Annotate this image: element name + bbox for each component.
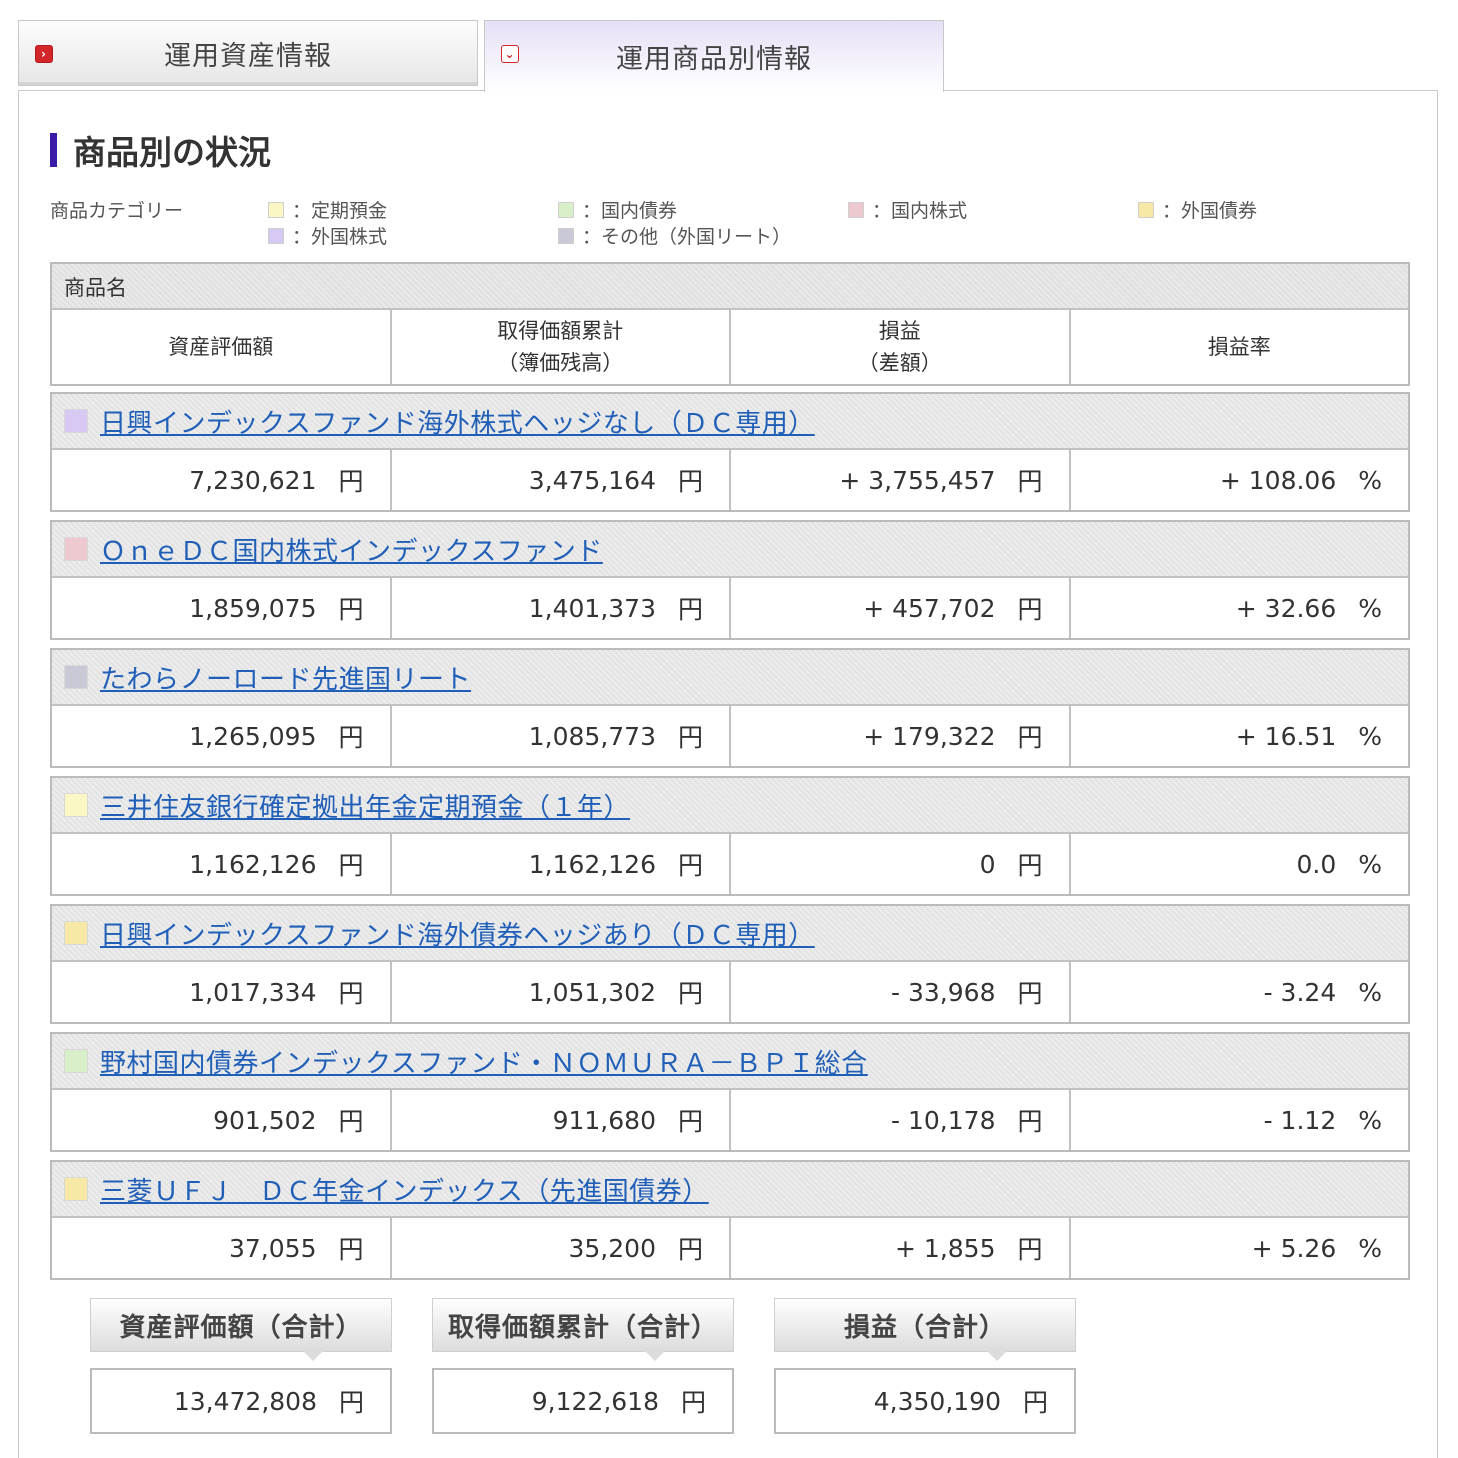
- category-swatch: [64, 921, 88, 945]
- acquisition-cost-cell: 1,051,302 円: [392, 962, 731, 1022]
- header-profit-rate: 損益率: [1207, 335, 1271, 359]
- total-acquisition-cost-label: 取得価額累計（合計）: [432, 1298, 734, 1361]
- legend-label: ：その他（外国リート）: [582, 226, 792, 248]
- fund-row: たわらノーロード先進国リート 1,265,095 円 1,085,773 円 + 179,…: [50, 648, 1410, 768]
- asset-value-cell: 901,502 円: [52, 1090, 392, 1150]
- category-swatch: [64, 537, 88, 561]
- acquisition-cost-cell: 3,475,164 円: [392, 450, 731, 510]
- fund-name-bar: たわらノーロード先進国リート: [52, 650, 1408, 706]
- profit-loss-cell: + 179,322 円: [731, 706, 1071, 766]
- fund-row: 日興インデックスファンド海外株式ヘッジなし（ＤＣ専用） 7,230,621 円 3,4…: [50, 392, 1410, 512]
- fund-name-link[interactable]: 野村国内債券インデックスファンド・ＮＯＭＵＲＡ－ＢＰＩ総合: [100, 1043, 868, 1080]
- fund-name-link[interactable]: 三菱ＵＦＪ ＤＣ年金インデックス（先進国債券）: [100, 1171, 709, 1208]
- fund-name-link[interactable]: ＯｎｅＤＣ国内株式インデックスファンド: [100, 531, 603, 568]
- fund-row: 野村国内債券インデックスファンド・ＮＯＭＵＲＡ－ＢＰＩ総合 901,502 円 911…: [50, 1032, 1410, 1152]
- fund-name-bar: 日興インデックスファンド海外債券ヘッジあり（ＤＣ専用）: [52, 906, 1408, 962]
- section-title: 商品別の状況: [50, 128, 271, 172]
- fund-row: 日興インデックスファンド海外債券ヘッジあり（ＤＣ専用） 1,017,334 円 1,0…: [50, 904, 1410, 1024]
- table-header: 商品名 資産評価額 取得価額累計 （簿価残高） 損益 （差額） 損益率: [50, 262, 1410, 386]
- total-acquisition-cost-value: 9,122,618 円: [432, 1368, 734, 1434]
- legend-label: ：外国株式: [292, 226, 388, 248]
- category-swatch: [64, 1177, 88, 1201]
- profit-rate-cell: + 108.06%: [1219, 465, 1382, 495]
- legend-label: ：定期預金: [292, 200, 388, 222]
- acquisition-cost-cell: 35,200 円: [392, 1218, 731, 1278]
- tab-asset-info[interactable]: › 運用資産情報: [18, 20, 478, 86]
- legend-item: ：定期預金: [268, 196, 387, 223]
- tab-label: 運用資産情報: [164, 40, 332, 72]
- category-label: 商品カテゴリー: [50, 200, 184, 222]
- chevron-down-icon: ⌄: [501, 45, 519, 63]
- legend-swatch: [268, 201, 284, 218]
- legend-label: ：国内株式: [872, 200, 968, 222]
- fund-name-link[interactable]: 日興インデックスファンド海外株式ヘッジなし（ＤＣ専用）: [100, 403, 815, 440]
- fund-row: 三井住友銀行確定拠出年金定期預金（１年） 1,162,126 円 1,162,126 円…: [50, 776, 1410, 896]
- legend-item: ：外国株式: [268, 222, 387, 249]
- fund-row: 三菱ＵＦＪ ＤＣ年金インデックス（先進国債券） 37,055 円 35,200 円 + 1…: [50, 1160, 1410, 1280]
- legend-item: ：国内債券: [558, 196, 677, 223]
- category-swatch: [64, 1049, 88, 1073]
- tab-product-info[interactable]: ⌄ 運用商品別情報: [484, 20, 944, 92]
- fund-row: ＯｎｅＤＣ国内株式インデックスファンド 1,859,075 円 1,401,373 円 +…: [50, 520, 1410, 640]
- asset-value-cell: 1,265,095 円: [52, 706, 392, 766]
- legend-swatch: [558, 201, 574, 218]
- legend-item: ：外国債券: [1138, 196, 1257, 223]
- asset-value-cell: 1,017,334 円: [52, 962, 392, 1022]
- header-asset-value: 資産評価額: [52, 310, 392, 384]
- asset-value-cell: 7,230,621 円: [52, 450, 392, 510]
- asset-value-cell: 1,162,126 円: [52, 834, 392, 894]
- category-swatch: [64, 665, 88, 689]
- legend-item: ：国内株式: [848, 196, 967, 223]
- profit-rate-cell: - 3.24%: [1263, 977, 1382, 1007]
- total-asset-value-label: 資産評価額（合計）: [90, 1298, 392, 1361]
- profit-rate-cell: - 1.12%: [1263, 1105, 1382, 1135]
- profit-loss-cell: + 1,855 円: [731, 1218, 1071, 1278]
- profit-rate-cell: + 16.51%: [1235, 721, 1382, 751]
- legend-swatch: [848, 201, 864, 218]
- total-profit-loss-value: 4,350,190 円: [774, 1368, 1076, 1434]
- fund-name-bar: 日興インデックスファンド海外株式ヘッジなし（ＤＣ専用）: [52, 394, 1408, 450]
- fund-name-bar: 三菱ＵＦＪ ＤＣ年金インデックス（先進国債券）: [52, 1162, 1408, 1218]
- fund-name-link[interactable]: たわらノーロード先進国リート: [100, 659, 471, 696]
- total-asset-value-value: 13,472,808 円: [90, 1368, 392, 1434]
- acquisition-cost-cell: 1,085,773 円: [392, 706, 731, 766]
- acquisition-cost-cell: 1,401,373 円: [392, 578, 731, 638]
- tab-label: 運用商品別情報: [616, 44, 812, 75]
- profit-loss-cell: - 10,178 円: [731, 1090, 1071, 1150]
- legend-item: ：その他（外国リート）: [558, 222, 791, 249]
- chevron-right-icon: ›: [35, 45, 53, 63]
- fund-name-bar: 三井住友銀行確定拠出年金定期預金（１年）: [52, 778, 1408, 834]
- profit-loss-cell: + 3,755,457 円: [731, 450, 1071, 510]
- asset-value-cell: 1,859,075 円: [52, 578, 392, 638]
- legend-swatch: [558, 227, 574, 244]
- asset-value-cell: 37,055 円: [52, 1218, 392, 1278]
- legend-label: ：国内債券: [582, 200, 678, 222]
- legend-swatch: [268, 227, 284, 244]
- fund-name-link[interactable]: 日興インデックスファンド海外債券ヘッジあり（ＤＣ専用）: [100, 915, 815, 952]
- fund-name-bar: ＯｎｅＤＣ国内株式インデックスファンド: [52, 522, 1408, 578]
- fund-name-bar: 野村国内債券インデックスファンド・ＮＯＭＵＲＡ－ＢＰＩ総合: [52, 1034, 1408, 1090]
- header-product-name: 商品名: [52, 264, 1408, 310]
- acquisition-cost-cell: 1,162,126 円: [392, 834, 731, 894]
- legend-label: ：外国債券: [1162, 200, 1258, 222]
- header-acquisition-cost: 取得価額累計 （簿価残高）: [392, 310, 731, 384]
- profit-rate-cell: + 32.66%: [1235, 593, 1382, 623]
- legend-swatch: [1138, 201, 1154, 218]
- profit-loss-cell: + 457,702 円: [731, 578, 1071, 638]
- header-profit-loss: 損益 （差額）: [731, 310, 1071, 384]
- section-title-text: 商品別の状況: [73, 133, 271, 172]
- category-swatch: [64, 409, 88, 433]
- profit-rate-cell: + 5.26%: [1251, 1233, 1382, 1263]
- profit-rate-cell: 0.0%: [1296, 849, 1382, 879]
- profit-loss-cell: 0円: [731, 834, 1071, 894]
- total-profit-loss-label: 損益（合計）: [774, 1298, 1076, 1361]
- fund-name-link[interactable]: 三井住友銀行確定拠出年金定期預金（１年）: [100, 787, 630, 824]
- title-bar: [50, 133, 57, 167]
- profit-loss-cell: - 33,968 円: [731, 962, 1071, 1022]
- acquisition-cost-cell: 911,680 円: [392, 1090, 731, 1150]
- category-swatch: [64, 793, 88, 817]
